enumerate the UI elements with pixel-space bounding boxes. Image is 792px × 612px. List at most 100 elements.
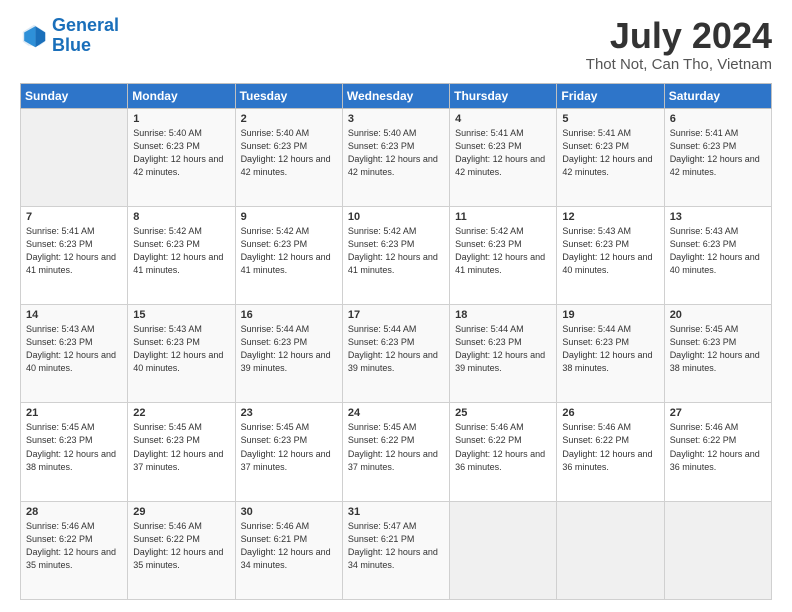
cell-info: Sunrise: 5:45 AMSunset: 6:23 PMDaylight:… (670, 323, 766, 375)
day-number: 20 (670, 309, 766, 321)
calendar-day-header: Thursday (450, 83, 557, 108)
cell-info: Sunrise: 5:42 AMSunset: 6:23 PMDaylight:… (241, 225, 337, 277)
calendar-cell (21, 108, 128, 206)
day-number: 9 (241, 211, 337, 223)
calendar-cell: 19 Sunrise: 5:44 AMSunset: 6:23 PMDayligh… (557, 305, 664, 403)
calendar-cell: 22Sunrise: 5:45 AMSunset: 6:23 PMDayligh… (128, 403, 235, 501)
calendar-cell: 28 Sunrise: 5:46 AMSunset: 6:22 PMDayligh… (21, 501, 128, 599)
cell-info: Sunrise: 5:46 AMSunset: 6:22 PMDaylight:… (562, 421, 658, 473)
cell-info: Sunrise: 5:40 AMSunset: 6:23 PMDaylight:… (348, 127, 444, 179)
day-number: 28 (26, 506, 122, 518)
cell-info: Sunrise: 5:46 AMSunset: 6:22 PMDaylight:… (133, 520, 229, 572)
day-number: 25 (455, 407, 551, 419)
calendar-cell: 26 Sunrise: 5:46 AMSunset: 6:22 PMDayligh… (557, 403, 664, 501)
day-number: 15 (133, 309, 229, 321)
cell-info: Sunrise: 5:44 AMSunset: 6:23 PMDaylight:… (455, 323, 551, 375)
day-number: 17 (348, 309, 444, 321)
logo-text: General Blue (52, 16, 119, 56)
calendar-cell: 15 Sunrise: 5:43 AMSunset: 6:23 PMDayligh… (128, 305, 235, 403)
logo: General Blue (20, 16, 119, 56)
title-block: July 2024 Thot Not, Can Tho, Vietnam (586, 16, 772, 73)
cell-info: Sunrise: 5:47 AMSunset: 6:21 PMDaylight:… (348, 520, 444, 572)
day-number: 10 (348, 211, 444, 223)
cell-info: Sunrise: 5:46 AMSunset: 6:22 PMDaylight:… (26, 520, 122, 572)
calendar-week-row: 14 Sunrise: 5:43 AMSunset: 6:23 PMDayligh… (21, 305, 772, 403)
calendar-cell: 13Sunrise: 5:43 AMSunset: 6:23 PMDayligh… (664, 206, 771, 304)
calendar-table: SundayMondayTuesdayWednesdayThursdayFrid… (20, 83, 772, 600)
day-number: 23 (241, 407, 337, 419)
cell-info: Sunrise: 5:41 AMSunset: 6:23 PMDaylight:… (26, 225, 122, 277)
calendar-cell: 5 Sunrise: 5:41 AMSunset: 6:23 PMDaylight… (557, 108, 664, 206)
cell-info: Sunrise: 5:41 AMSunset: 6:23 PMDaylight:… (562, 127, 658, 179)
calendar-cell: 9 Sunrise: 5:42 AMSunset: 6:23 PMDaylight… (235, 206, 342, 304)
calendar-week-row: 1 Sunrise: 5:40 AMSunset: 6:23 PMDaylight… (21, 108, 772, 206)
calendar-cell (450, 501, 557, 599)
calendar-day-header: Saturday (664, 83, 771, 108)
day-number: 14 (26, 309, 122, 321)
logo-icon (20, 22, 48, 50)
cell-info: Sunrise: 5:46 AMSunset: 6:22 PMDaylight:… (455, 421, 551, 473)
cell-info: Sunrise: 5:43 AMSunset: 6:23 PMDaylight:… (26, 323, 122, 375)
calendar-cell: 27Sunrise: 5:46 AMSunset: 6:22 PMDayligh… (664, 403, 771, 501)
cell-info: Sunrise: 5:46 AMSunset: 6:21 PMDaylight:… (241, 520, 337, 572)
calendar-cell: 8 Sunrise: 5:42 AMSunset: 6:23 PMDaylight… (128, 206, 235, 304)
calendar-cell (557, 501, 664, 599)
calendar-header-row: SundayMondayTuesdayWednesdayThursdayFrid… (21, 83, 772, 108)
day-number: 12 (562, 211, 658, 223)
day-number: 26 (562, 407, 658, 419)
cell-info: Sunrise: 5:44 AMSunset: 6:23 PMDaylight:… (562, 323, 658, 375)
day-number: 5 (562, 113, 658, 125)
cell-info: Sunrise: 5:45 AMSunset: 6:23 PMDaylight:… (241, 421, 337, 473)
calendar-cell: 4 Sunrise: 5:41 AMSunset: 6:23 PMDaylight… (450, 108, 557, 206)
day-number: 2 (241, 113, 337, 125)
cell-info: Sunrise: 5:44 AMSunset: 6:23 PMDaylight:… (348, 323, 444, 375)
day-number: 31 (348, 506, 444, 518)
day-number: 11 (455, 211, 551, 223)
day-number: 4 (455, 113, 551, 125)
calendar-cell: 30 Sunrise: 5:46 AMSunset: 6:21 PMDayligh… (235, 501, 342, 599)
calendar-cell: 24 Sunrise: 5:45 AMSunset: 6:22 PMDayligh… (342, 403, 449, 501)
month-year: July 2024 (586, 16, 772, 56)
cell-info: Sunrise: 5:45 AMSunset: 6:22 PMDaylight:… (348, 421, 444, 473)
cell-info: Sunrise: 5:45 AMSunset: 6:23 PMDaylight:… (133, 421, 229, 473)
calendar-cell: 21Sunrise: 5:45 AMSunset: 6:23 PMDayligh… (21, 403, 128, 501)
day-number: 21 (26, 407, 122, 419)
location: Thot Not, Can Tho, Vietnam (586, 56, 772, 73)
day-number: 24 (348, 407, 444, 419)
calendar-day-header: Tuesday (235, 83, 342, 108)
header: General Blue July 2024 Thot Not, Can Tho… (20, 16, 772, 73)
cell-info: Sunrise: 5:43 AMSunset: 6:23 PMDaylight:… (133, 323, 229, 375)
cell-info: Sunrise: 5:41 AMSunset: 6:23 PMDaylight:… (455, 127, 551, 179)
calendar-cell: 17 Sunrise: 5:44 AMSunset: 6:23 PMDayligh… (342, 305, 449, 403)
calendar-cell: 1Sunrise: 5:40 AMSunset: 6:23 PMDaylight… (128, 108, 235, 206)
calendar-cell: 2 Sunrise: 5:40 AMSunset: 6:23 PMDaylight… (235, 108, 342, 206)
day-number: 30 (241, 506, 337, 518)
day-number: 8 (133, 211, 229, 223)
calendar-cell: 20 Sunrise: 5:45 AMSunset: 6:23 PMDayligh… (664, 305, 771, 403)
calendar-cell: 3Sunrise: 5:40 AMSunset: 6:23 PMDaylight… (342, 108, 449, 206)
calendar-week-row: 7 Sunrise: 5:41 AMSunset: 6:23 PMDaylight… (21, 206, 772, 304)
calendar-cell: 14 Sunrise: 5:43 AMSunset: 6:23 PMDayligh… (21, 305, 128, 403)
calendar-day-header: Friday (557, 83, 664, 108)
day-number: 29 (133, 506, 229, 518)
cell-info: Sunrise: 5:42 AMSunset: 6:23 PMDaylight:… (348, 225, 444, 277)
day-number: 19 (562, 309, 658, 321)
calendar-cell: 10 Sunrise: 5:42 AMSunset: 6:23 PMDayligh… (342, 206, 449, 304)
day-number: 7 (26, 211, 122, 223)
day-number: 13 (670, 211, 766, 223)
cell-info: Sunrise: 5:43 AMSunset: 6:23 PMDaylight:… (562, 225, 658, 277)
calendar-cell: 18 Sunrise: 5:44 AMSunset: 6:23 PMDayligh… (450, 305, 557, 403)
calendar-cell (664, 501, 771, 599)
cell-info: Sunrise: 5:40 AMSunset: 6:23 PMDaylight:… (241, 127, 337, 179)
calendar-day-header: Monday (128, 83, 235, 108)
logo-general: General (52, 15, 119, 35)
cell-info: Sunrise: 5:42 AMSunset: 6:23 PMDaylight:… (133, 225, 229, 277)
calendar-cell: 25 Sunrise: 5:46 AMSunset: 6:22 PMDayligh… (450, 403, 557, 501)
calendar-day-header: Sunday (21, 83, 128, 108)
day-number: 1 (133, 113, 229, 125)
day-number: 16 (241, 309, 337, 321)
day-number: 18 (455, 309, 551, 321)
calendar-cell: 11Sunrise: 5:42 AMSunset: 6:23 PMDayligh… (450, 206, 557, 304)
calendar-cell: 6Sunrise: 5:41 AMSunset: 6:23 PMDaylight… (664, 108, 771, 206)
calendar-cell: 7 Sunrise: 5:41 AMSunset: 6:23 PMDaylight… (21, 206, 128, 304)
